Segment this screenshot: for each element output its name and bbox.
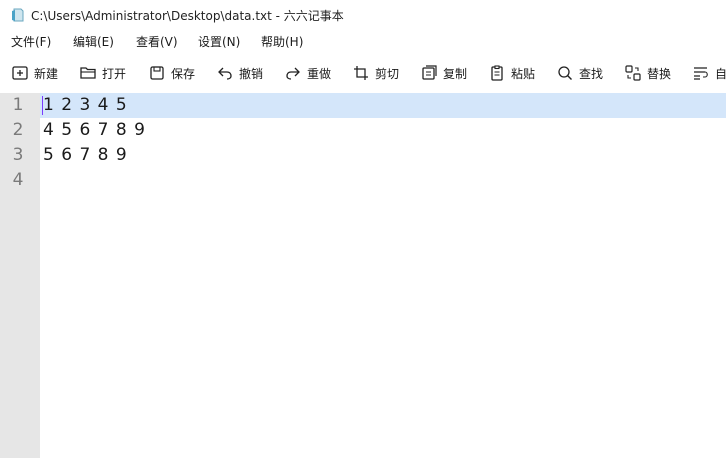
- toolbar: 新建 打开 保存 撤销 重做 剪切 复制 粘贴 查找 替换 自: [0, 56, 726, 90]
- save-button[interactable]: 保存: [148, 59, 195, 87]
- search-icon: [558, 66, 572, 80]
- copy-icon: [422, 65, 437, 80]
- menu-settings[interactable]: 设置(N): [198, 33, 240, 50]
- line-number: 4: [12, 170, 24, 190]
- new-file-icon: [12, 66, 28, 80]
- text-line-content: 1 2 3 4 5: [43, 95, 128, 115]
- replace-button-label: 替换: [647, 66, 672, 81]
- redo-button-label: 重做: [307, 66, 332, 81]
- text-line-content: 4 5 6 7 8 9: [43, 120, 146, 140]
- find-button[interactable]: 查找: [556, 59, 603, 87]
- undo-button-label: 撤销: [239, 66, 264, 81]
- notepad-app-icon: [11, 8, 25, 22]
- text-line[interactable]: 5 6 7 8 9: [40, 143, 726, 168]
- copy-button[interactable]: 复制: [420, 59, 467, 87]
- open-button-label: 打开: [102, 66, 127, 81]
- menu-bar: 文件(F) 编辑(E) 查看(V) 设置(N) 帮助(H): [0, 30, 726, 52]
- text-line[interactable]: 4 5 6 7 8 9: [40, 118, 726, 143]
- line-number: 1: [12, 95, 24, 115]
- save-button-label: 保存: [171, 66, 196, 81]
- title-bar: C:\Users\Administrator\Desktop\data.txt …: [0, 0, 726, 30]
- text-area[interactable]: 1 2 3 4 5 4 5 6 7 8 9 5 6 7 8 9: [40, 93, 726, 458]
- new-button[interactable]: 新建: [11, 59, 58, 87]
- cut-button-label: 剪切: [375, 66, 400, 81]
- redo-icon: [286, 67, 300, 80]
- wrap-icon: [694, 67, 708, 80]
- window-title: C:\Users\Administrator\Desktop\data.txt …: [31, 8, 344, 23]
- redo-button[interactable]: 重做: [284, 59, 331, 87]
- crop-icon: [354, 66, 368, 80]
- text-line-current[interactable]: 1 2 3 4 5: [40, 93, 726, 118]
- undo-button[interactable]: 撤销: [216, 59, 263, 87]
- find-button-label: 查找: [579, 66, 604, 81]
- replace-icon: [625, 65, 641, 81]
- folder-open-icon: [80, 67, 96, 79]
- word-wrap-button-label: 自: [715, 66, 726, 81]
- menu-view[interactable]: 查看(V): [136, 33, 178, 50]
- menu-file[interactable]: 文件(F): [11, 33, 51, 50]
- menu-help[interactable]: 帮助(H): [261, 33, 303, 50]
- line-number-gutter: 1 2 3 4: [0, 93, 40, 458]
- replace-button[interactable]: 替换: [624, 59, 671, 87]
- cut-button[interactable]: 剪切: [352, 59, 399, 87]
- text-caret: [42, 96, 43, 115]
- text-line-content: 5 6 7 8 9: [43, 145, 128, 165]
- paste-button-label: 粘贴: [511, 66, 536, 81]
- paste-button[interactable]: 粘贴: [488, 59, 535, 87]
- line-number: 3: [12, 145, 24, 165]
- text-line[interactable]: [40, 168, 726, 193]
- copy-button-label: 复制: [443, 66, 468, 81]
- undo-icon: [218, 67, 232, 80]
- new-button-label: 新建: [34, 66, 59, 81]
- editor[interactable]: 1 2 3 4 1 2 3 4 5 4 5 6 7 8 9 5 6 7 8 9: [0, 93, 726, 458]
- menu-edit[interactable]: 编辑(E): [73, 33, 114, 50]
- line-number: 2: [12, 120, 24, 140]
- save-icon: [150, 66, 164, 80]
- clipboard-icon: [491, 65, 503, 81]
- word-wrap-button[interactable]: 自: [692, 59, 726, 87]
- open-button[interactable]: 打开: [79, 59, 126, 87]
